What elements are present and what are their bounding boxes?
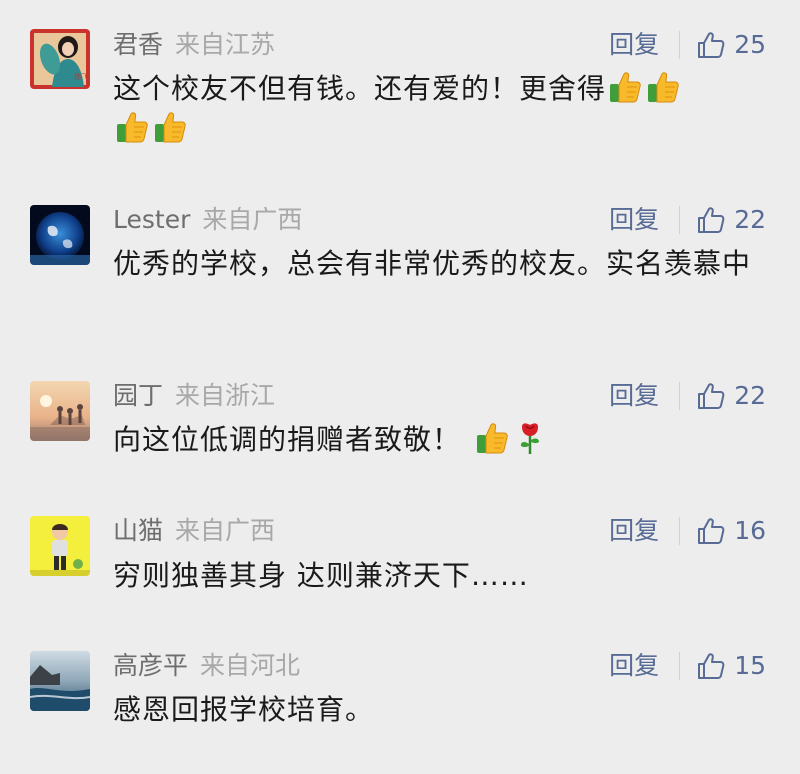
location: 来自河北 [200,651,301,680]
avatar[interactable] [30,381,90,441]
avatar[interactable] [30,516,90,576]
username[interactable]: 高彦平 [113,651,188,680]
username[interactable]: 园丁 [113,381,163,410]
reply-button[interactable]: 回复 [609,205,659,235]
thumbs-up-icon[interactable] [696,30,726,60]
comment-text: 优秀的学校，总会有非常优秀的校友。实名羡慕中 [113,247,752,280]
thumbs-up-icon[interactable] [696,651,726,681]
like-count: 15 [734,651,766,680]
comment-actions: 回复 25 [609,28,766,62]
divider [679,382,681,410]
divider [679,652,681,680]
comment-meta: 山猫 来自广西 [113,516,275,546]
comment-actions: 回复 16 [609,514,766,548]
divider [679,206,681,234]
username[interactable]: Lester [113,205,190,234]
thumbs-up-emoji-icon [153,110,187,144]
comment-actions: 回复 22 [609,203,766,237]
comment-meta: 高彦平 来自河北 [113,651,300,681]
reply-button[interactable]: 回复 [609,516,659,546]
location: 来自广西 [202,205,303,234]
divider [679,517,681,545]
comment-meta: 君香 来自江苏 [113,30,275,60]
comment-meta: 园丁 来自浙江 [113,381,275,411]
avatar[interactable]: 扬飞 2020 [30,29,90,89]
thumbs-up-icon[interactable] [696,205,726,235]
avatar-watermark: 扬飞 2020 [74,72,90,81]
comment-text: 穷则独善其身 达则兼济天下…… [113,559,529,592]
reply-button[interactable]: 回复 [609,381,659,411]
comment-meta: Lester 来自广西 [113,205,302,235]
avatar[interactable] [30,205,90,265]
thumbs-up-emoji-icon [115,110,149,144]
comment-actions: 回复 22 [609,379,766,413]
reply-button[interactable]: 回复 [609,30,659,60]
thumbs-up-emoji-icon [646,70,680,104]
thumbs-up-icon[interactable] [696,381,726,411]
thumbs-up-icon[interactable] [696,516,726,546]
thumbs-up-emoji-icon [608,70,642,104]
divider [679,31,681,59]
comment-text: 感恩回报学校培育。 [113,693,375,726]
username[interactable]: 君香 [113,30,163,59]
comment-body: 这个校友不但有钱。还有爱的！更舍得 [113,72,607,105]
rose-emoji-icon [513,421,547,455]
like-count: 25 [734,30,766,59]
username[interactable]: 山猫 [113,516,163,545]
comment-body: 向这位低调的捐赠者致敬！ [113,423,462,456]
reply-button[interactable]: 回复 [609,651,659,681]
comment-actions: 回复 15 [609,649,766,683]
location: 来自浙江 [175,381,276,410]
like-count: 16 [734,516,766,545]
comment-text: 这个校友不但有钱。还有爱的！更舍得 [113,69,753,149]
avatar[interactable] [30,651,90,711]
location: 来自广西 [175,516,276,545]
comment-text: 向这位低调的捐赠者致敬！ [113,420,753,460]
like-count: 22 [734,205,766,234]
like-count: 22 [734,381,766,410]
thumbs-up-emoji-icon [475,421,509,455]
location: 来自江苏 [175,30,276,59]
